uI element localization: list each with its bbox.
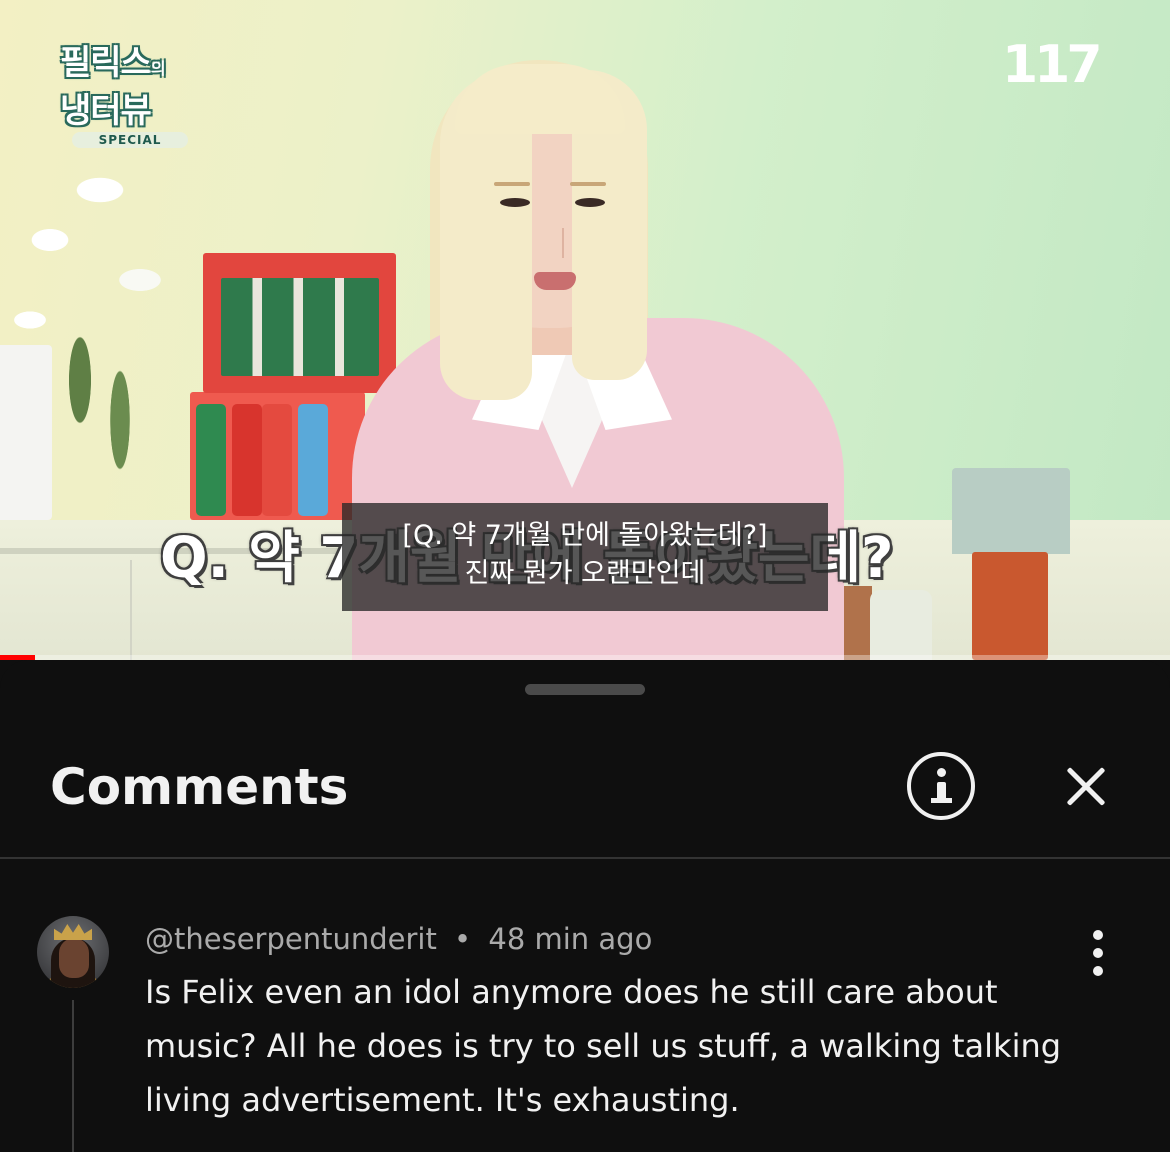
drink-can (232, 404, 262, 516)
drink-can (298, 404, 328, 516)
comments-sheet: Comments @theserpentunderit • 48 min ago… (0, 660, 1170, 1152)
thread-line (72, 1000, 74, 1152)
comment-time: 48 min ago (488, 922, 653, 956)
meta-separator: • (454, 922, 472, 956)
drag-handle[interactable] (525, 684, 645, 695)
show-logo: 필릭스의 냉터뷰 SPECIAL (60, 42, 200, 148)
caption-line-1: [Q. 약 7개월 만에 돌아왔는데?] (402, 520, 768, 551)
close-icon[interactable] (1055, 756, 1117, 818)
plant-pot (0, 345, 52, 520)
info-icon[interactable] (907, 752, 975, 820)
caption-line-2: 진짜 뭔가 오랜만인데 (464, 558, 706, 589)
comment-meta: @theserpentunderit • 48 min ago (145, 918, 652, 960)
vase (870, 590, 932, 660)
drink-can (196, 404, 226, 516)
more-vert-icon[interactable] (1084, 930, 1112, 976)
chair (842, 586, 872, 660)
product-display-box (203, 253, 396, 393)
video-player[interactable]: 필릭스의 냉터뷰 SPECIAL 117 Q. 약 7개월 만에 돌아왔는데? … (0, 0, 1170, 660)
drink-can (262, 404, 292, 516)
comment-author[interactable]: @theserpentunderit (145, 922, 437, 956)
channel-logo: 117 (1002, 35, 1103, 95)
comment-text: Is Felix even an idol anymore does he st… (145, 973, 1062, 1119)
comments-title: Comments (50, 758, 349, 816)
avatar[interactable] (37, 916, 109, 988)
closed-captions: [Q. 약 7개월 만에 돌아왔는데?] 진짜 뭔가 오랜만인데 (342, 503, 828, 611)
divider (0, 857, 1170, 859)
